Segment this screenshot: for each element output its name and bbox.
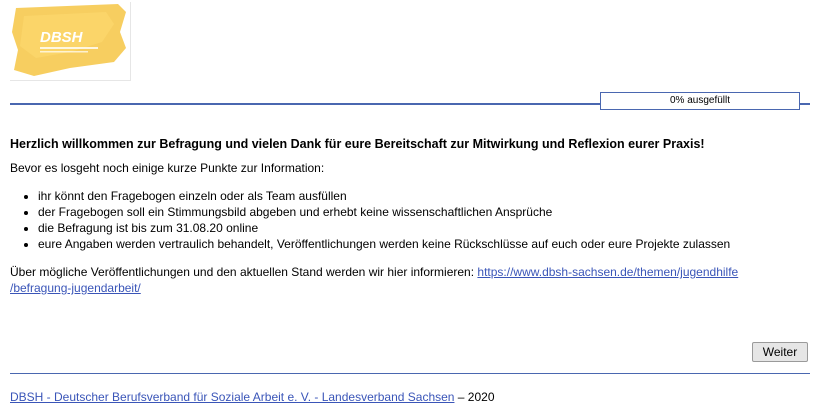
welcome-heading: Herzlich willkommen zur Befragung und vi… [10,137,705,151]
info-point: ihr könnt den Fragebogen einzeln oder al… [38,189,810,204]
intro-text: Bevor es losgeht noch einige kurze Punkt… [10,161,325,175]
footer-year: – 2020 [454,390,495,404]
info-point: eure Angaben werden vertraulich behandel… [38,237,810,252]
footer: DBSH - Deutscher Berufsverband für Sozia… [10,390,495,404]
next-button[interactable]: Weiter [752,342,808,362]
footer-org-link[interactable]: DBSH - Deutscher Berufsverband für Sozia… [10,390,454,404]
dbsh-logo-graphic: DBSH [12,4,126,76]
dbsh-logo: DBSH [10,2,131,81]
publication-info: Über mögliche Veröffentlichungen und den… [10,264,810,296]
logo-text: DBSH [40,29,84,46]
publication-link-part1: https://www.dbsh-sachsen.de/themen/jugen… [477,265,739,279]
publication-link-part2: /befragung-jugendarbeit/ [10,281,141,295]
footer-divider [10,373,810,374]
info-point: die Befragung ist bis zum 31.08.20 onlin… [38,221,810,236]
publication-info-text: Über mögliche Veröffentlichungen und den… [10,265,478,279]
info-point: der Fragebogen soll ein Stimmungsbild ab… [38,205,810,220]
progress-indicator: 0% ausgefüllt [600,92,800,110]
progress-label: 0% ausgefüllt [669,95,731,106]
info-points-list: ihr könnt den Fragebogen einzeln oder al… [10,189,810,252]
welcome-content: Herzlich willkommen zur Befragung und vi… [10,137,810,296]
progress-bar: 0% ausgefüllt [10,92,810,110]
